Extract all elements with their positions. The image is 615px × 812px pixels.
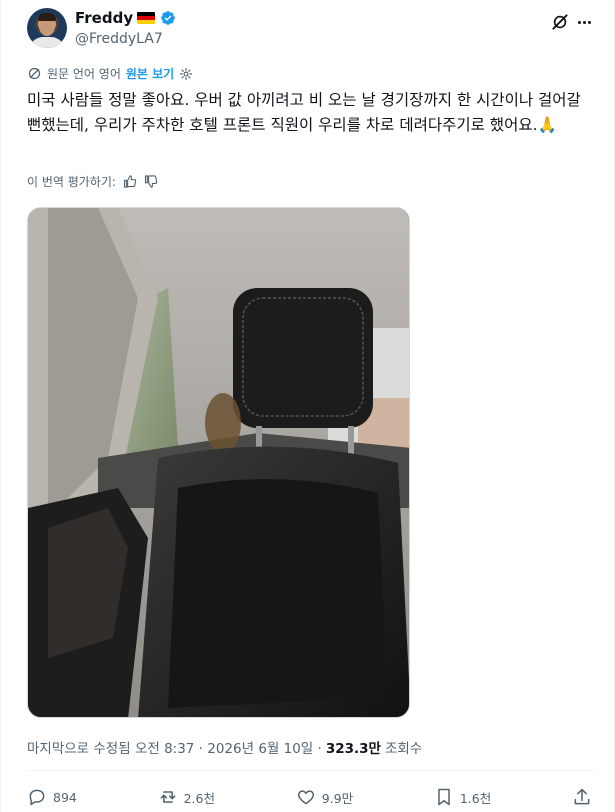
share-button[interactable] — [572, 787, 592, 807]
tweet-header: Freddy @FreddyLA7 — [27, 8, 594, 52]
author-name[interactable]: Freddy — [75, 9, 133, 27]
thumbs-down-icon[interactable] — [143, 174, 158, 189]
bookmark-icon — [438, 788, 450, 806]
rate-translation-label: 이 번역 평가하기: — [27, 175, 116, 189]
show-original-link[interactable]: 원본 보기 — [126, 65, 174, 82]
rate-translation: 이 번역 평가하기: — [27, 173, 158, 190]
heart-icon — [297, 790, 314, 805]
translate-icon — [28, 67, 41, 80]
german-flag-icon — [137, 12, 156, 24]
car-interior-image — [28, 208, 409, 717]
action-bar: 894 2.6천 9.9만 1.6천 — [27, 786, 592, 808]
bookmark-button[interactable]: 1.6천 — [434, 787, 491, 807]
views-count: 323.3만 — [325, 741, 381, 757]
dot — [582, 20, 586, 24]
grok-icon[interactable] — [550, 12, 570, 32]
repost-icon — [160, 791, 176, 803]
author-handle[interactable]: @FreddyLA7 — [75, 31, 163, 47]
like-count: 9.9만 — [321, 790, 354, 806]
dot — [587, 20, 591, 24]
bookmark-count: 1.6천 — [459, 790, 492, 806]
share-icon — [574, 788, 590, 805]
more-options-button[interactable] — [574, 12, 594, 32]
gear-icon[interactable] — [179, 67, 193, 81]
dot — [577, 20, 581, 24]
tweet-meta: 마지막으로 수정됨 오전 8:37 · 2026년 6월 10일 · 323.3… — [27, 737, 422, 757]
avatar[interactable] — [27, 8, 67, 48]
views-label: 조회수 — [384, 741, 423, 757]
tweet-photo[interactable] — [27, 207, 410, 718]
reply-icon — [29, 789, 45, 806]
reply-count: 894 — [53, 789, 77, 805]
author-name-row[interactable]: Freddy — [75, 9, 176, 27]
tweet-detail: Freddy @FreddyLA7 원문 언어 영어 원본 보기 미국 사람들 … — [0, 0, 615, 812]
thumbs-up-icon[interactable] — [122, 174, 137, 189]
repost-count: 2.6천 — [183, 790, 215, 806]
divider — [27, 770, 594, 771]
reply-button[interactable]: 894 — [27, 787, 77, 807]
tweet-text: 미국 사람들 정말 좋아요. 우버 값 아끼려고 비 오는 날 경기장까지 한 … — [27, 91, 581, 134]
translation-source-label: 원문 언어 영어 — [47, 67, 121, 81]
repost-button[interactable]: 2.6천 — [158, 787, 215, 807]
like-button[interactable]: 9.9만 — [296, 787, 353, 807]
translation-bar: 원문 언어 영어 원본 보기 — [27, 65, 193, 82]
verified-badge-icon — [161, 11, 175, 25]
edited-timestamp[interactable]: 마지막으로 수정됨 오전 8:37 · 2026년 6월 10일 · — [27, 737, 322, 757]
